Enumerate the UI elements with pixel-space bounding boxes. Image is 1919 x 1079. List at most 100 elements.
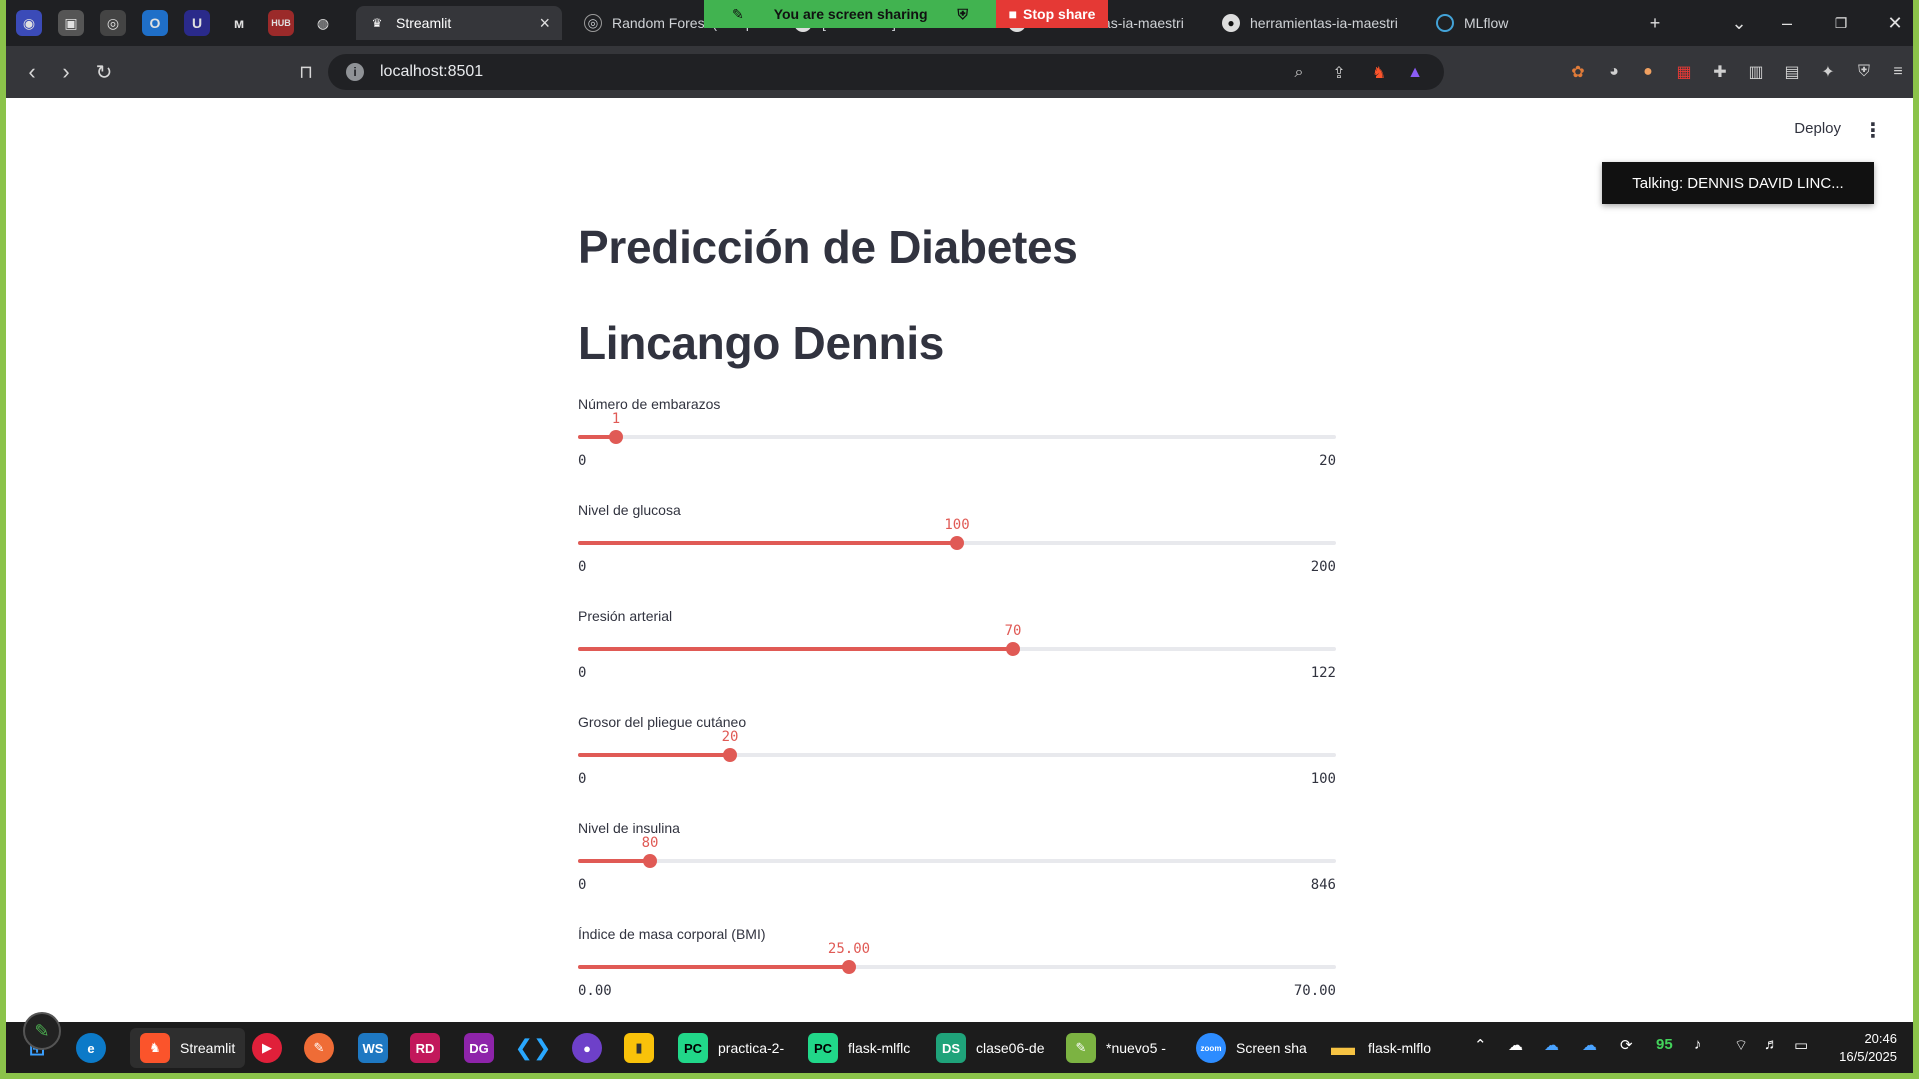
tab-mlflow[interactable]: MLflow: [1424, 6, 1604, 40]
slider-value: 70: [1004, 623, 1022, 639]
slider-track[interactable]: [578, 748, 1336, 762]
slider-track[interactable]: [578, 960, 1336, 974]
slider-fill: [578, 753, 730, 757]
slider-fill: [578, 647, 1013, 651]
wifi-icon[interactable]: ⌔: [1734, 1036, 1748, 1055]
puzzle-icon[interactable]: ✚: [1708, 60, 1732, 84]
slider-thumb[interactable]: [609, 430, 623, 444]
close-window-icon[interactable]: ✕: [1880, 10, 1910, 36]
taskbar-datagrip[interactable]: DG: [464, 1028, 494, 1068]
notes-icon: ▮: [624, 1033, 654, 1063]
chevron-up-icon[interactable]: ⌃: [1474, 1036, 1487, 1054]
slider-track[interactable]: [578, 430, 1336, 444]
clock[interactable]: 20:46 16/5/2025: [1839, 1030, 1897, 1066]
back-icon[interactable]: ‹: [18, 58, 46, 86]
forward-icon[interactable]: ›: [52, 58, 80, 86]
stop-share-button[interactable]: ■ Stop share: [996, 0, 1108, 28]
slider-bmi[interactable]: Índice de masa corporal (BMI) 25.00 0.00…: [578, 926, 1338, 1022]
pinned-tab-icon[interactable]: ◎: [100, 10, 126, 36]
pinned-tab-icon[interactable]: ▣: [58, 10, 84, 36]
taskbar-github[interactable]: ●: [572, 1028, 602, 1068]
extension-icon[interactable]: ◕: [1602, 60, 1626, 84]
globe-icon[interactable]: ◍: [310, 10, 336, 36]
taskbar-streamlit[interactable]: ♞ Streamlit: [130, 1028, 246, 1068]
microphone-icon[interactable]: ♪: [1694, 1036, 1702, 1053]
bookmark-icon[interactable]: ⊓: [292, 58, 320, 86]
slider-insulin[interactable]: Nivel de insulina 80 0 846: [578, 820, 1338, 920]
kebab-menu-icon[interactable]: ⋮: [1863, 118, 1883, 143]
brave-rewards-icon[interactable]: ▲: [1404, 62, 1426, 84]
pen-icon[interactable]: ✎: [23, 1012, 61, 1050]
minimize-icon[interactable]: –: [1772, 10, 1802, 36]
info-icon[interactable]: i: [346, 63, 364, 81]
extension-icon[interactable]: ▦: [1672, 60, 1696, 84]
slider-thumb[interactable]: [643, 854, 657, 868]
new-tab-icon[interactable]: +: [1640, 10, 1670, 36]
taskbar-dataspell[interactable]: DS clase06-de: [936, 1028, 1045, 1068]
slider-max: 200: [1310, 559, 1336, 575]
brave-shields-icon[interactable]: ♞: [1368, 62, 1390, 84]
share-page-icon[interactable]: ⇪: [1328, 62, 1350, 84]
onedrive-icon[interactable]: ☁: [1582, 1036, 1597, 1054]
menu-icon[interactable]: ≡: [1886, 60, 1910, 84]
slider-min: 0: [578, 877, 587, 893]
onedrive-icon[interactable]: ☁: [1544, 1036, 1559, 1054]
close-icon[interactable]: ×: [539, 13, 550, 34]
extension-icon[interactable]: ●: [1636, 60, 1660, 84]
taskbar-notepad[interactable]: ✎ *nuevo5 -: [1066, 1028, 1166, 1068]
sidebar-icon[interactable]: ▥: [1744, 60, 1768, 84]
slider-thumb[interactable]: [950, 536, 964, 550]
windows-taskbar: ⊞ e ♞ Streamlit ▶ ✎ WS RD DG ❮❯ ●: [6, 1022, 1913, 1073]
slider-track[interactable]: [578, 642, 1336, 656]
slider-skin-thickness[interactable]: Grosor del pliegue cutáneo 20 0 100: [578, 714, 1338, 814]
mlflow-icon: [1436, 14, 1454, 32]
sync-icon[interactable]: ⟳: [1620, 1036, 1633, 1054]
deploy-button[interactable]: Deploy: [1794, 120, 1841, 137]
taskbar-app[interactable]: ✎: [304, 1028, 334, 1068]
reload-icon[interactable]: ↻: [90, 58, 118, 86]
volume-icon[interactable]: ♬: [1764, 1036, 1779, 1053]
github-icon: ●: [572, 1033, 602, 1063]
wallet-icon[interactable]: ▤: [1780, 60, 1804, 84]
slider-track[interactable]: [578, 536, 1336, 550]
pycharm-icon: PC: [678, 1033, 708, 1063]
taskbar-pycharm-2[interactable]: PC flask-mlflc: [808, 1028, 910, 1068]
tab-streamlit[interactable]: ♛ Streamlit ×: [356, 6, 562, 40]
taskbar-edge[interactable]: e: [76, 1028, 106, 1068]
taskbar-zoom[interactable]: zoom Screen sha: [1196, 1028, 1307, 1068]
pinned-tab-icon[interactable]: HUB: [268, 10, 294, 36]
taskbar-folder[interactable]: ▬ flask-mlflo: [1328, 1028, 1431, 1068]
slider-blood-pressure[interactable]: Presión arterial 70 0 122: [578, 608, 1338, 708]
vpn-icon[interactable]: ⛨: [1852, 60, 1876, 84]
share-icon: ✎: [731, 5, 744, 22]
pinned-tab-icon[interactable]: ◉: [16, 10, 42, 36]
taskbar-app[interactable]: ▶: [252, 1028, 282, 1068]
slider-glucose[interactable]: Nivel de glucosa 100 0 200: [578, 502, 1338, 602]
extension-icon[interactable]: ✿: [1566, 60, 1590, 84]
slider-pregnancies[interactable]: Número de embarazos 1 0 20: [578, 396, 1338, 496]
address-bar[interactable]: i localhost:8501 ⌕ ⇪ ♞ ▲: [328, 54, 1444, 90]
taskbar-app[interactable]: ▮: [624, 1028, 654, 1068]
slider-thumb[interactable]: [842, 960, 856, 974]
taskbar-rider[interactable]: RD: [410, 1028, 440, 1068]
taskbar-webstorm[interactable]: WS: [358, 1028, 388, 1068]
slider-thumb[interactable]: [723, 748, 737, 762]
taskbar-vscode[interactable]: ❮❯: [515, 1028, 552, 1068]
tab-github-2[interactable]: ● herramientas-ia-maestri: [1210, 6, 1410, 40]
slider-track[interactable]: [578, 854, 1336, 868]
url-text[interactable]: localhost:8501: [380, 63, 483, 81]
chevron-down-icon[interactable]: ⌄: [1724, 10, 1754, 36]
restore-icon[interactable]: ❐: [1826, 10, 1856, 36]
taskbar-pycharm-1[interactable]: PC practica-2-: [678, 1028, 784, 1068]
slider-value: 25.00: [827, 941, 871, 957]
battery-icon[interactable]: ▭: [1794, 1036, 1808, 1054]
leo-ai-icon[interactable]: ✦: [1816, 60, 1840, 84]
outlook-icon[interactable]: O: [142, 10, 168, 36]
pinned-tab-icon[interactable]: U: [184, 10, 210, 36]
zoom-icon[interactable]: ⌕: [1288, 62, 1310, 84]
slider-thumb[interactable]: [1006, 642, 1020, 656]
slider-fill: [578, 965, 849, 969]
pinned-tab-icon[interactable]: ᴍ: [226, 10, 252, 36]
globe-icon: ◎: [584, 14, 602, 32]
cloud-icon[interactable]: ☁: [1508, 1036, 1523, 1054]
